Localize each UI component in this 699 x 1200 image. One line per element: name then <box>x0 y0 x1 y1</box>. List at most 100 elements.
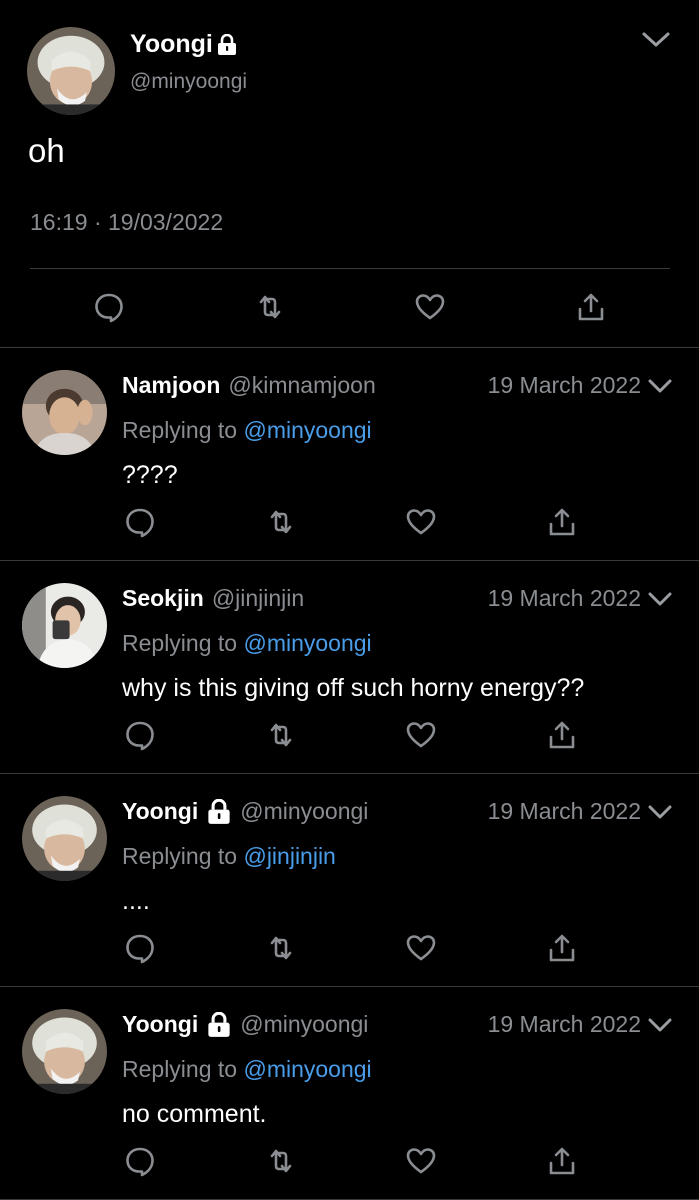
reply-header: Seokjin @jinjinjin <box>122 585 304 612</box>
author-handle[interactable]: @minyoongi <box>240 798 368 825</box>
avatar-photo <box>22 1009 107 1094</box>
tweet-text: .... <box>122 887 150 915</box>
author-name[interactable]: Yoongi <box>122 1011 198 1038</box>
replying-to: Replying to @minyoongi <box>122 630 372 657</box>
divider <box>30 268 670 269</box>
author-name[interactable]: Yoongi <box>130 30 237 59</box>
replying-to: Replying to @minyoongi <box>122 417 372 444</box>
mention-link[interactable]: @minyoongi <box>243 417 371 443</box>
mention-link[interactable]: @minyoongi <box>243 1056 371 1082</box>
like-button[interactable] <box>414 291 446 323</box>
author-handle[interactable]: @jinjinjin <box>212 585 304 612</box>
reply-icon <box>126 934 154 964</box>
avatar[interactable] <box>22 1009 107 1094</box>
reply-icon <box>126 508 154 538</box>
like-button[interactable] <box>405 506 437 538</box>
chevron-down-icon[interactable] <box>641 31 671 49</box>
share-icon <box>549 721 575 749</box>
reply-header: Yoongi @minyoongi <box>122 1011 368 1038</box>
mention-link[interactable]: @minyoongi <box>243 630 371 656</box>
replying-to-label: Replying to <box>122 417 244 443</box>
retweet-icon <box>270 1149 292 1173</box>
like-button[interactable] <box>405 932 437 964</box>
share-button[interactable] <box>546 1145 578 1177</box>
chevron-down-icon[interactable] <box>648 379 672 394</box>
reply-header: Yoongi @minyoongi <box>122 798 368 825</box>
lock-icon <box>208 798 230 824</box>
share-icon <box>578 293 604 321</box>
avatar-photo <box>22 370 107 455</box>
lock-icon <box>217 33 236 55</box>
author-handle[interactable]: @kimnamjoon <box>228 372 375 399</box>
tweet-date: 19 March 2022 <box>487 372 641 398</box>
share-button[interactable] <box>546 719 578 751</box>
reply-tweet[interactable]: Yoongi @minyoongi 19 March 2022 Replying… <box>0 774 699 987</box>
author-handle[interactable]: @minyoongi <box>130 70 247 94</box>
share-button[interactable] <box>546 932 578 964</box>
tweet-date: 19 March 2022 <box>487 585 641 611</box>
tweet-timestamp: 16:19 · 19/03/2022 <box>30 209 224 235</box>
share-icon <box>549 508 575 536</box>
reply-tweet[interactable]: Yoongi @minyoongi 19 March 2022 Replying… <box>0 987 699 1200</box>
like-button[interactable] <box>405 1145 437 1177</box>
avatar[interactable] <box>22 796 107 881</box>
author-handle[interactable]: @minyoongi <box>240 1011 368 1038</box>
retweet-button[interactable] <box>265 1145 297 1177</box>
main-tweet: Yoongi @minyoongi oh 16:19 · 19/03/2022 <box>0 0 699 348</box>
avatar-photo <box>22 796 107 881</box>
replying-to: Replying to @jinjinjin <box>122 843 336 870</box>
heart-icon <box>415 294 445 320</box>
author-name[interactable]: Seokjin <box>122 585 204 612</box>
heart-icon <box>406 1148 436 1174</box>
retweet-button[interactable] <box>265 506 297 538</box>
retweet-icon <box>270 723 292 747</box>
replying-to-label: Replying to <box>122 843 244 869</box>
replying-to-label: Replying to <box>122 1056 244 1082</box>
reply-button[interactable] <box>124 719 156 751</box>
retweet-button[interactable] <box>254 291 286 323</box>
heart-icon <box>406 509 436 535</box>
reply-icon <box>126 1147 154 1177</box>
lock-icon <box>208 1011 230 1037</box>
chevron-down-icon[interactable] <box>648 592 672 607</box>
reply-icon <box>95 293 123 323</box>
replying-to: Replying to @minyoongi <box>122 1056 372 1083</box>
reply-tweet[interactable]: Seokjin @jinjinjin 19 March 2022 Replyin… <box>0 561 699 774</box>
share-icon <box>549 934 575 962</box>
author-name[interactable]: Namjoon <box>122 372 220 399</box>
heart-icon <box>406 935 436 961</box>
share-button[interactable] <box>575 291 607 323</box>
heart-icon <box>406 722 436 748</box>
chevron-down-icon[interactable] <box>648 805 672 820</box>
reply-tweet[interactable]: Namjoon @kimnamjoon 19 March 2022 Replyi… <box>0 348 699 561</box>
avatar-photo <box>27 27 115 115</box>
tweet-date: 19 March 2022 <box>487 1011 641 1037</box>
tweet-text: why is this giving off such horny energy… <box>122 674 585 702</box>
like-button[interactable] <box>405 719 437 751</box>
reply-button[interactable] <box>124 932 156 964</box>
reply-button[interactable] <box>124 506 156 538</box>
retweet-icon <box>259 295 281 319</box>
avatar[interactable] <box>22 583 107 668</box>
retweet-icon <box>270 510 292 534</box>
retweet-icon <box>270 936 292 960</box>
tweet-text: oh <box>28 132 65 169</box>
retweet-button[interactable] <box>265 932 297 964</box>
reply-button[interactable] <box>124 1145 156 1177</box>
retweet-button[interactable] <box>265 719 297 751</box>
avatar[interactable] <box>27 27 115 115</box>
tweet-text: no comment. <box>122 1100 267 1128</box>
reply-button[interactable] <box>93 291 125 323</box>
share-button[interactable] <box>546 506 578 538</box>
author-name[interactable]: Yoongi <box>122 798 198 825</box>
replying-to-label: Replying to <box>122 630 244 656</box>
tweet-date: 19 March 2022 <box>487 798 641 824</box>
tweet-text: ???? <box>122 461 178 489</box>
avatar-photo <box>22 583 107 668</box>
mention-link[interactable]: @jinjinjin <box>243 843 335 869</box>
share-icon <box>549 1147 575 1175</box>
chevron-down-icon[interactable] <box>648 1018 672 1033</box>
reply-icon <box>126 721 154 751</box>
avatar[interactable] <box>22 370 107 455</box>
reply-header: Namjoon @kimnamjoon <box>122 372 376 399</box>
